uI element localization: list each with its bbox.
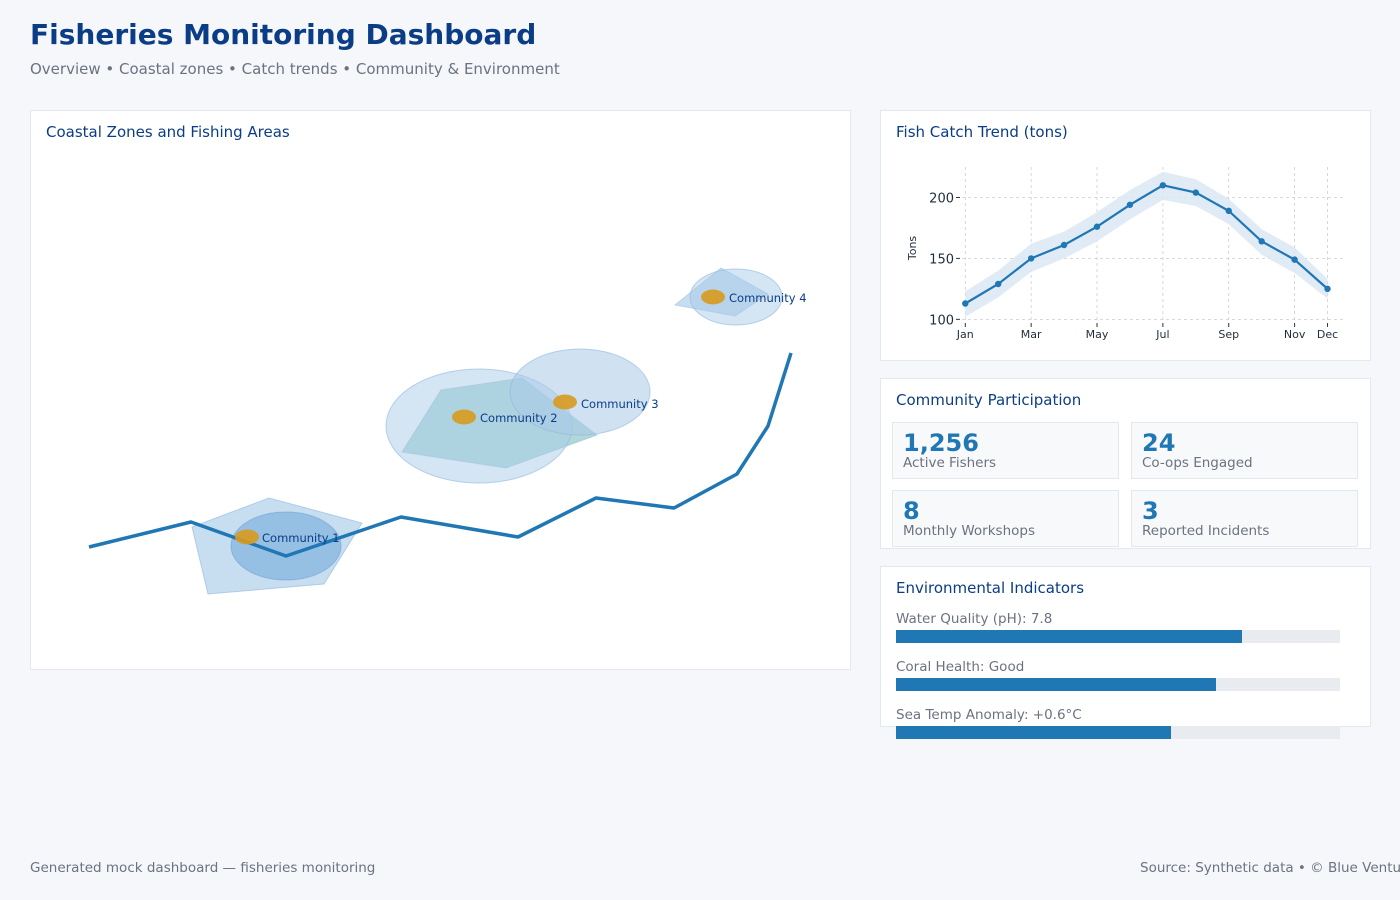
environmental-indicators-title: Environmental Indicators bbox=[896, 579, 1085, 597]
indicator-sea-temp: Sea Temp Anomaly: +0.6°C bbox=[896, 706, 1340, 739]
catch-data-point[interactable] bbox=[1126, 201, 1134, 208]
map-panel: Coastal Zones and Fishing Areas Communit… bbox=[30, 110, 851, 670]
y-tick-label: 200 bbox=[929, 191, 954, 206]
catch-data-point[interactable] bbox=[1291, 256, 1298, 263]
stat-value: 8 bbox=[903, 497, 920, 525]
stat-label: Co-ops Engaged bbox=[1142, 455, 1253, 471]
environmental-indicators-panel: Environmental Indicators Water Quality (… bbox=[880, 566, 1371, 739]
indicator-track bbox=[896, 726, 1340, 739]
indicator-bar bbox=[896, 678, 1216, 691]
community-participation-panel: Community Participation 1,256 Active Fis… bbox=[880, 378, 1371, 549]
x-tick-label: Dec bbox=[1317, 328, 1338, 341]
catch-data-point[interactable] bbox=[1159, 182, 1167, 189]
community-label-4: Community 4 bbox=[729, 291, 807, 305]
catch-data-point[interactable] bbox=[1027, 255, 1035, 262]
page-subtitle: Overview • Coastal zones • Catch trends … bbox=[30, 60, 560, 78]
community-participation-title: Community Participation bbox=[896, 391, 1082, 409]
stat-label: Monthly Workshops bbox=[903, 523, 1035, 539]
catch-data-point[interactable] bbox=[1192, 189, 1200, 196]
x-tick-label: Jan bbox=[956, 328, 974, 341]
footer-source: Source: Synthetic data • © Blue Ventures bbox=[1140, 860, 1400, 876]
y-axis-label: Tons bbox=[906, 236, 919, 262]
indicator-coral-health: Coral Health: Good bbox=[896, 658, 1340, 691]
footer-note: Generated mock dashboard — fisheries mon… bbox=[30, 860, 376, 876]
stat-value: 3 bbox=[1142, 497, 1159, 525]
catch-trend-panel: Fish Catch Trend (tons) 100 150 200 Jan Mar… bbox=[880, 110, 1371, 361]
y-tick-label: 100 bbox=[929, 313, 954, 328]
indicator-label: Water Quality (pH): 7.8 bbox=[896, 611, 1053, 627]
indicator-track bbox=[896, 630, 1340, 643]
indicator-bar bbox=[896, 726, 1172, 739]
stat-reported-incidents: 3 Reported Incidents bbox=[1131, 490, 1358, 547]
catch-data-point[interactable] bbox=[1093, 223, 1101, 230]
indicator-label: Sea Temp Anomaly: +0.6°C bbox=[896, 707, 1082, 723]
catch-data-point[interactable] bbox=[1258, 238, 1265, 245]
catch-data-point[interactable] bbox=[1225, 207, 1232, 215]
catch-data-point[interactable] bbox=[1324, 285, 1331, 293]
x-tick-label: Mar bbox=[1021, 328, 1042, 341]
indicator-track bbox=[896, 678, 1340, 691]
stat-value: 24 bbox=[1142, 429, 1176, 457]
y-tick-label: 150 bbox=[929, 252, 954, 267]
indicator-label: Coral Health: Good bbox=[896, 659, 1025, 675]
community-marker-1[interactable] bbox=[235, 529, 259, 545]
stat-coops-engaged: 24 Co-ops Engaged bbox=[1131, 422, 1358, 479]
community-marker-3[interactable] bbox=[553, 394, 577, 410]
catch-data-point[interactable] bbox=[995, 280, 1002, 288]
catch-data-point[interactable] bbox=[962, 300, 969, 307]
stat-label: Reported Incidents bbox=[1142, 523, 1270, 539]
community-buffer-1[interactable] bbox=[230, 511, 342, 581]
catch-confidence-band bbox=[965, 171, 1328, 317]
x-tick-label: Sep bbox=[1218, 328, 1239, 341]
coastal-map[interactable]: Community 1 Community 2 Community 3 Comm… bbox=[31, 111, 852, 671]
community-label-3: Community 3 bbox=[581, 397, 659, 411]
stat-value: 1,256 bbox=[903, 429, 979, 457]
catch-trend-chart[interactable]: 100 150 200 Jan Mar May Jul Sep Nov Dec Tons bbox=[881, 111, 1372, 362]
stat-label: Active Fishers bbox=[903, 455, 997, 471]
indicator-water-quality: Water Quality (pH): 7.8 bbox=[896, 610, 1340, 643]
catch-data-point[interactable] bbox=[1060, 241, 1068, 249]
stat-monthly-workshops: 8 Monthly Workshops bbox=[892, 490, 1119, 547]
stat-active-fishers: 1,256 Active Fishers bbox=[892, 422, 1119, 479]
x-tick-label: May bbox=[1086, 328, 1109, 341]
community-marker-4[interactable] bbox=[701, 289, 725, 305]
x-tick-label: Jul bbox=[1155, 328, 1169, 341]
community-marker-2[interactable] bbox=[452, 409, 476, 425]
x-tick-label: Nov bbox=[1284, 328, 1306, 341]
page-title: Fisheries Monitoring Dashboard bbox=[30, 18, 537, 51]
indicator-bar bbox=[896, 630, 1243, 643]
community-label-1: Community 1 bbox=[262, 531, 340, 545]
community-label-2: Community 2 bbox=[480, 411, 558, 425]
